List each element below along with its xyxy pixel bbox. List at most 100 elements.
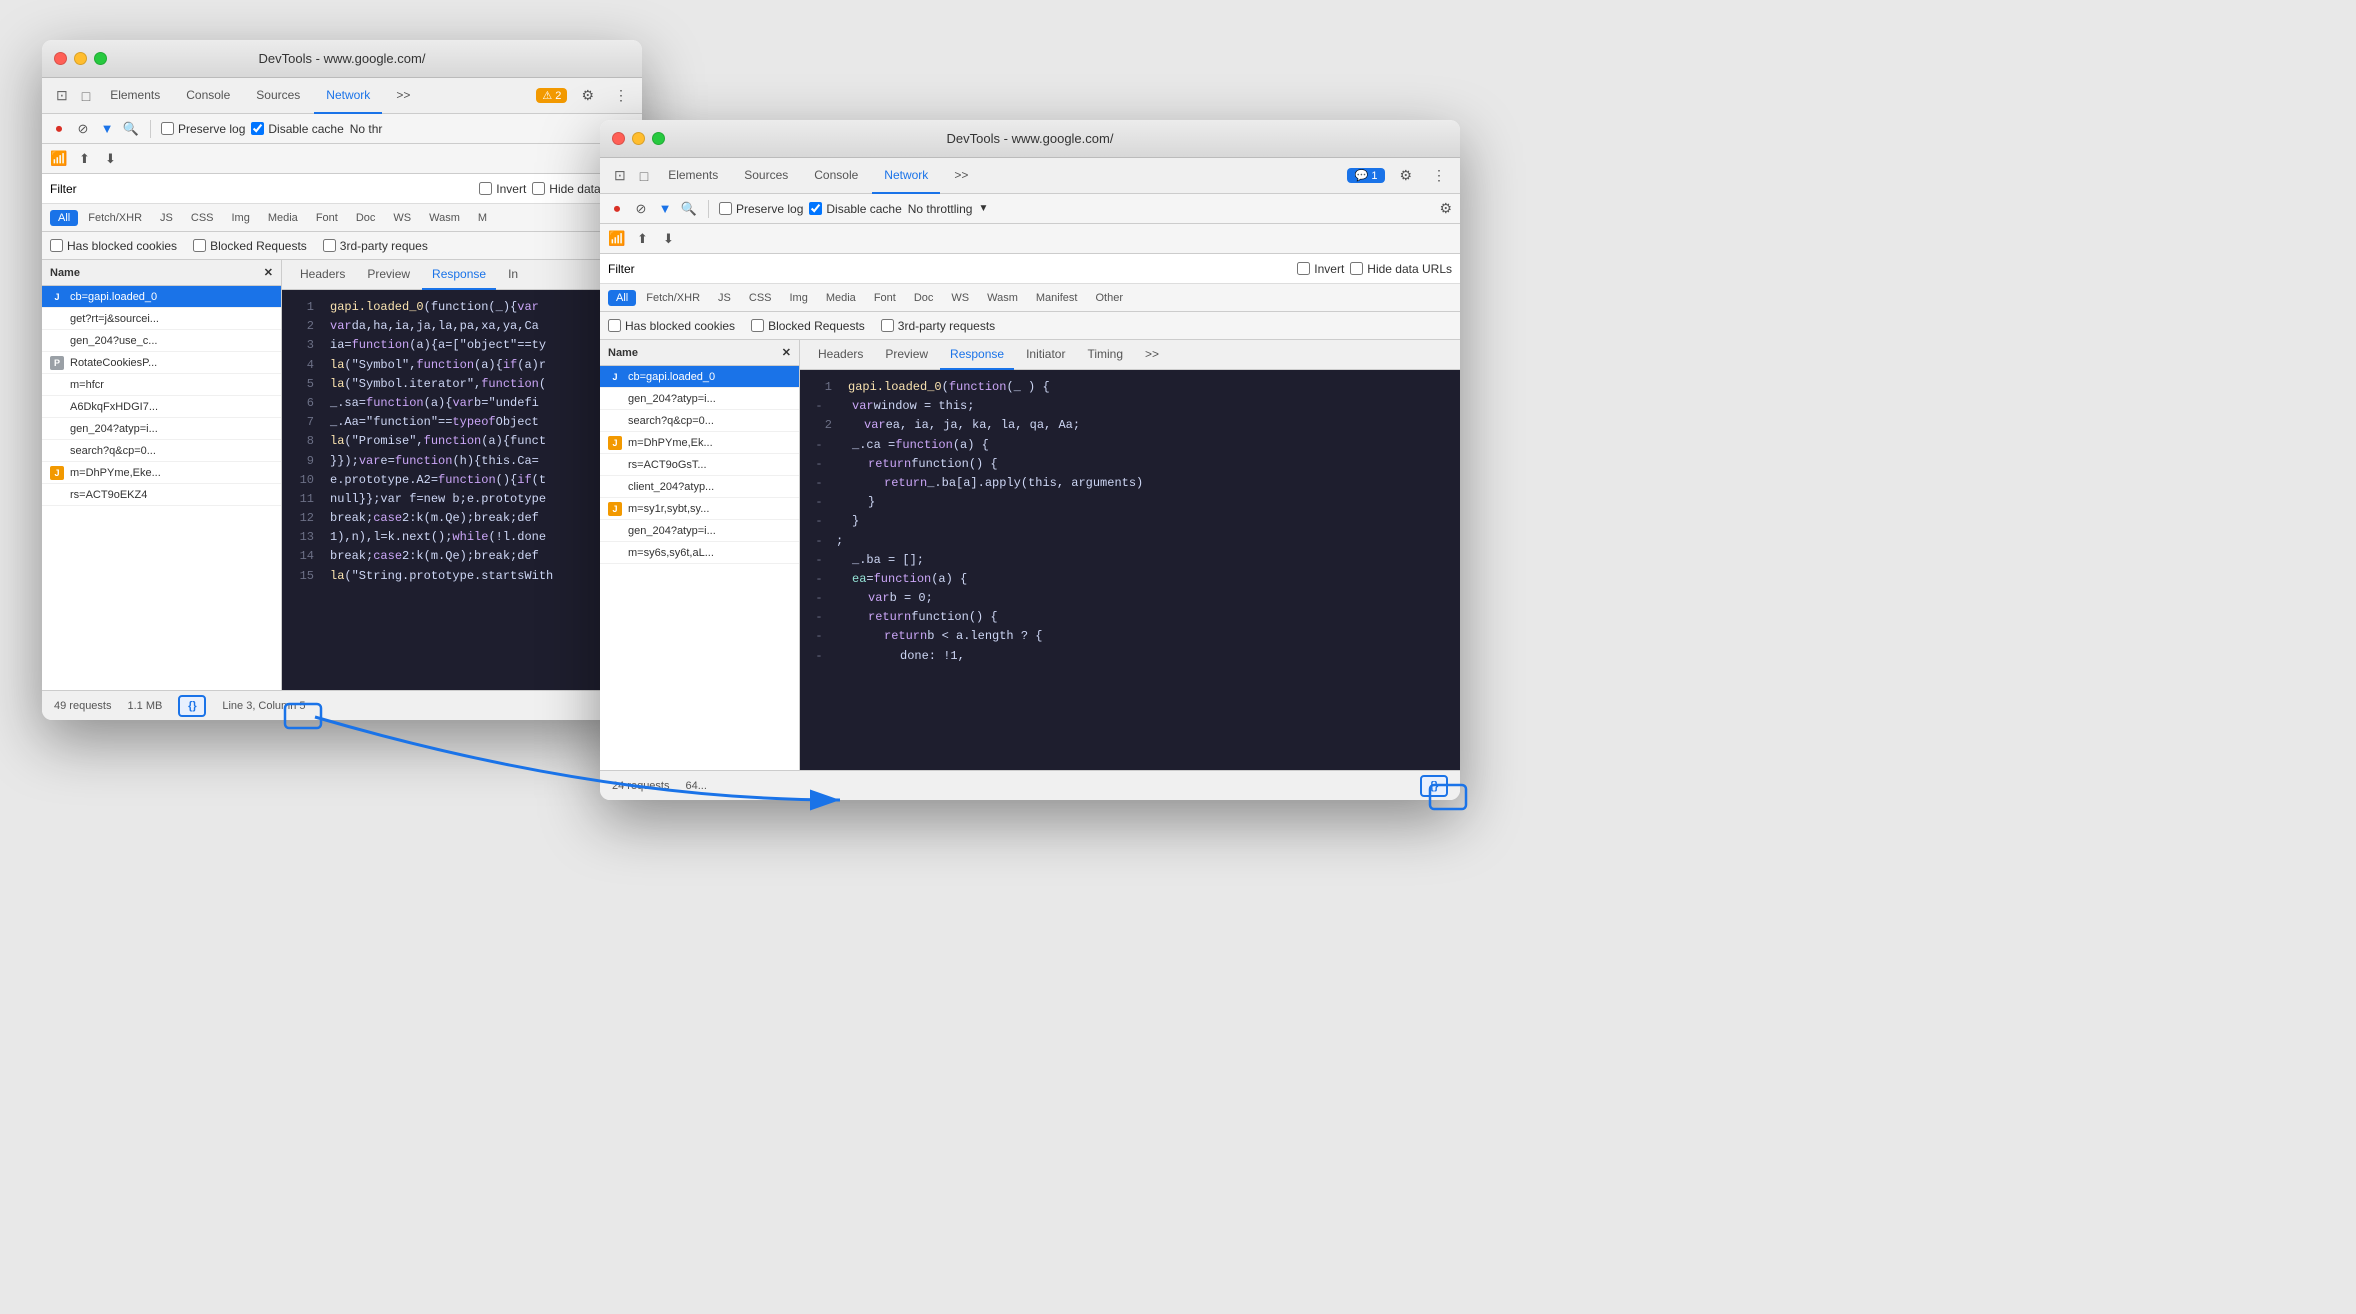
list-item-1-3[interactable]: gen_204?use_c... [42, 330, 281, 352]
list-item-1-2[interactable]: get?rt=j&sourcei... [42, 308, 281, 330]
minimize-button-1[interactable] [74, 52, 87, 65]
tab-preview-1[interactable]: Preview [357, 260, 420, 290]
preserve-log-label-2[interactable]: Preserve log [719, 202, 803, 216]
cursor-icon-2[interactable]: ⊡ [608, 163, 632, 188]
more-icon-1[interactable]: ⋮ [608, 85, 634, 106]
close-panel-2[interactable]: ✕ [782, 346, 791, 359]
list-item-2-2[interactable]: gen_204?atyp=i... [600, 388, 799, 410]
list-item-1-4[interactable]: P RotateCookiesP... [42, 352, 281, 374]
hide-data-urls-checkbox-2[interactable] [1350, 262, 1363, 275]
filter-doc-1[interactable]: Doc [348, 210, 384, 226]
list-item-2-9[interactable]: m=sy6s,sy6t,aL... [600, 542, 799, 564]
tab-headers-2[interactable]: Headers [808, 340, 873, 370]
third-party-label-2[interactable]: 3rd-party requests [881, 319, 995, 333]
import-button-2[interactable]: ⬆ [633, 230, 651, 248]
maximize-button-2[interactable] [652, 132, 665, 145]
tab-headers-1[interactable]: Headers [290, 260, 355, 290]
maximize-button-1[interactable] [94, 52, 107, 65]
format-button-2[interactable]: {} [1420, 775, 1448, 797]
filter-icon-2[interactable]: ▼ [656, 200, 674, 218]
list-item-2-4[interactable]: J m=DhPYme,Ek... [600, 432, 799, 454]
filter-doc-2[interactable]: Doc [906, 290, 942, 306]
tab-preview-2[interactable]: Preview [875, 340, 938, 370]
filter-img-2[interactable]: Img [782, 290, 816, 306]
filter-wasm-2[interactable]: Wasm [979, 290, 1026, 306]
disable-cache-checkbox-2[interactable] [809, 202, 822, 215]
wifi-icon-2[interactable]: 📶 [608, 230, 625, 247]
blocked-cookies-label-2[interactable]: Has blocked cookies [608, 319, 735, 333]
settings-icon-2[interactable]: ⚙ [1393, 165, 1418, 186]
tab-network-1[interactable]: Network [314, 78, 382, 114]
filter-js-2[interactable]: JS [710, 290, 739, 306]
filter-fetch-1[interactable]: Fetch/XHR [80, 210, 150, 226]
settings-icon-network-2[interactable]: ⚙ [1439, 200, 1452, 217]
filter-wasm-1[interactable]: Wasm [421, 210, 468, 226]
close-button-1[interactable] [54, 52, 67, 65]
record-button-2[interactable]: ⏺ [608, 200, 626, 218]
blocked-requests-cb-1[interactable] [193, 239, 206, 252]
list-item-2-3[interactable]: search?q&cp=0... [600, 410, 799, 432]
filter-all-1[interactable]: All [50, 210, 78, 226]
tab-initiator-2[interactable]: Initiator [1016, 340, 1075, 370]
export-button-1[interactable]: ⬇ [101, 150, 119, 168]
close-panel-1[interactable]: ✕ [264, 266, 273, 279]
filter-css-2[interactable]: CSS [741, 290, 780, 306]
filter-ws-2[interactable]: WS [943, 290, 977, 306]
invert-label-2[interactable]: Invert [1297, 262, 1344, 276]
filter-input-1[interactable] [83, 182, 474, 196]
filter-css-1[interactable]: CSS [183, 210, 222, 226]
close-button-2[interactable] [612, 132, 625, 145]
hide-data-urls-label-2[interactable]: Hide data URLs [1350, 262, 1452, 276]
list-item-1-10[interactable]: rs=ACT9oEKZ4 [42, 484, 281, 506]
third-party-cb-2[interactable] [881, 319, 894, 332]
throttle-dropdown-2[interactable]: ▼ [978, 203, 988, 214]
list-item-1-7[interactable]: gen_204?atyp=i... [42, 418, 281, 440]
invert-checkbox-2[interactable] [1297, 262, 1310, 275]
disable-cache-checkbox-1[interactable] [251, 122, 264, 135]
filter-fetch-2[interactable]: Fetch/XHR [638, 290, 708, 306]
blocked-requests-label-1[interactable]: Blocked Requests [193, 239, 307, 253]
blocked-cookies-cb-2[interactable] [608, 319, 621, 332]
tab-network-2[interactable]: Network [872, 158, 940, 194]
record-button-1[interactable]: ⏺ [50, 120, 68, 138]
filter-media-1[interactable]: Media [260, 210, 306, 226]
filter-font-1[interactable]: Font [308, 210, 346, 226]
list-item-2-5[interactable]: rs=ACT9oGsT... [600, 454, 799, 476]
list-item-2-7[interactable]: J m=sy1r,sybt,sy... [600, 498, 799, 520]
tab-more-panel-2[interactable]: >> [1135, 340, 1169, 370]
clear-button-2[interactable]: ⊘ [632, 200, 650, 218]
filter-ws-1[interactable]: WS [385, 210, 419, 226]
format-button-1[interactable]: {} [178, 695, 206, 717]
blocked-cookies-label-1[interactable]: Has blocked cookies [50, 239, 177, 253]
list-item-2-1[interactable]: J cb=gapi.loaded_0 [600, 366, 799, 388]
filter-media-2[interactable]: Media [818, 290, 864, 306]
search-button-1[interactable]: 🔍 [122, 120, 140, 138]
hide-data-urls-checkbox-1[interactable] [532, 182, 545, 195]
search-button-2[interactable]: 🔍 [680, 200, 698, 218]
tab-response-2[interactable]: Response [940, 340, 1014, 370]
filter-other-2[interactable]: Other [1087, 290, 1131, 306]
filter-manifest-2[interactable]: Manifest [1028, 290, 1086, 306]
list-item-1-1[interactable]: J cb=gapi.loaded_0 [42, 286, 281, 308]
blocked-cookies-cb-1[interactable] [50, 239, 63, 252]
list-item-1-6[interactable]: A6DkqFxHDGI7... [42, 396, 281, 418]
tab-more-1[interactable]: >> [384, 78, 422, 114]
more-icon-2[interactable]: ⋮ [1426, 165, 1452, 186]
settings-icon-1[interactable]: ⚙ [575, 85, 600, 106]
third-party-cb-1[interactable] [323, 239, 336, 252]
tab-timing-2[interactable]: Timing [1077, 340, 1133, 370]
third-party-label-1[interactable]: 3rd-party reques [323, 239, 428, 253]
clear-button-1[interactable]: ⊘ [74, 120, 92, 138]
tab-elements-2[interactable]: Elements [656, 158, 730, 194]
filter-input-2[interactable] [641, 262, 1292, 276]
tab-sources-1[interactable]: Sources [244, 78, 312, 114]
invert-label-1[interactable]: Invert [479, 182, 526, 196]
export-button-2[interactable]: ⬇ [659, 230, 677, 248]
tab-response-1[interactable]: Response [422, 260, 496, 290]
disable-cache-label-1[interactable]: Disable cache [251, 122, 343, 136]
list-item-1-8[interactable]: search?q&cp=0... [42, 440, 281, 462]
tab-more-2[interactable]: >> [942, 158, 980, 194]
mobile-icon[interactable]: □ [76, 84, 96, 108]
list-item-1-9[interactable]: J m=DhPYme,Eke... [42, 462, 281, 484]
list-item-2-6[interactable]: client_204?atyp... [600, 476, 799, 498]
